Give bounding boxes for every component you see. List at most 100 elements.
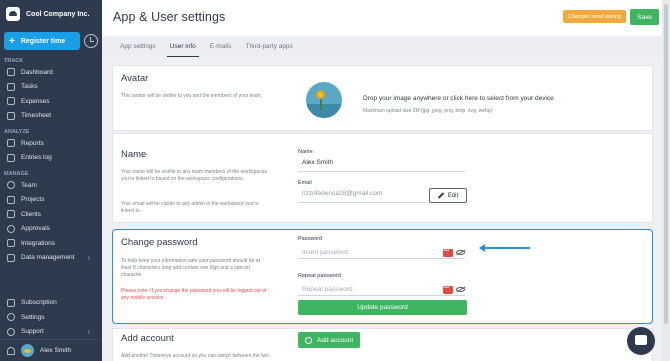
scrollbar-thumb[interactable] (664, 4, 668, 324)
password-field-label: Password (298, 236, 323, 242)
email-field: rizzofederica28@gmail.com (298, 190, 426, 203)
name-field[interactable]: Alex Smith (298, 159, 465, 172)
add-account-button[interactable]: Add account (298, 332, 361, 348)
sidebar-item-dashboard[interactable]: Dashboard (0, 65, 102, 80)
sidebar-item-subscription[interactable]: Subscription (0, 296, 102, 311)
bell-icon[interactable] (7, 346, 15, 355)
sidebar-item-label: Clients (21, 210, 41, 218)
sidebar-item-entries-log[interactable]: Entries log (0, 151, 102, 166)
change-password-section: Change password To help keep your inform… (112, 229, 653, 324)
sidebar-item-support[interactable]: Support › (0, 325, 102, 340)
name-section-title: Name (121, 149, 147, 160)
company-name: Cool Company Inc. (26, 10, 90, 18)
sidebar-item-label: Timesheet (21, 112, 52, 120)
chevron-right-icon: › (87, 254, 90, 262)
sidebar-item-integrations[interactable]: Integrations (0, 236, 102, 251)
sidebar-item-timesheet[interactable]: Timesheet (0, 109, 102, 124)
team-icon (7, 181, 15, 190)
name-description: Your name will be visible to any team me… (121, 169, 267, 182)
section-title-analyze: ANALYZE (4, 129, 30, 135)
tab-e-mails[interactable]: E-mails (203, 36, 239, 57)
sidebar-item-label: Approvals (21, 225, 50, 233)
sidebar-item-label: Reports (21, 139, 44, 147)
sidebar-item-label: Entries log (21, 154, 52, 162)
gear-icon (7, 313, 15, 322)
password-section-title: Change password (121, 237, 198, 248)
add-account-title: Add account (121, 333, 174, 344)
sidebar-item-label: Team (21, 181, 37, 189)
clock-icon[interactable] (84, 34, 98, 48)
user-menu[interactable]: Alex Smith (0, 339, 102, 361)
sidebar-item-clients[interactable]: Clients (0, 207, 102, 222)
sidebar-item-settings[interactable]: Settings (0, 310, 102, 325)
sidebar-item-team[interactable]: Team (0, 178, 102, 193)
register-time-button[interactable]: + Register time (4, 32, 80, 50)
scrollbar[interactable] (662, 0, 670, 361)
sidebar-item-label: Subscription (21, 299, 57, 307)
add-account-label: Add account (317, 336, 354, 344)
sidebar-item-label: Expenses (21, 97, 50, 105)
plus-icon: + (9, 35, 15, 47)
avatar-description: This avatar will be visible to you and t… (121, 93, 263, 99)
support-icon (7, 327, 15, 336)
avatar-upload-limits: Maximum upload size 2M (jpg, jpeg, png, … (363, 108, 493, 114)
data-management-icon (7, 253, 15, 262)
sidebar-item-label: Settings (21, 313, 45, 321)
integrations-icon (7, 239, 15, 248)
section-title-track: TRACK (4, 58, 24, 64)
password-manager-icon[interactable] (443, 248, 453, 257)
password-description: To help keep your information safe your … (121, 258, 260, 278)
workspace-switcher[interactable]: Cool Company Inc. (0, 0, 102, 28)
eye-slash-icon[interactable] (456, 287, 465, 292)
page-title: App & User settings (113, 10, 226, 24)
sidebar: Cool Company Inc. + Register time TRACK … (0, 0, 102, 361)
save-button[interactable]: Save (630, 9, 659, 25)
avatar-drop-zone[interactable]: Drop your image anywhere or click here t… (363, 95, 554, 102)
sidebar-item-label: Data management (21, 254, 75, 262)
sidebar-item-approvals[interactable]: Approvals (0, 222, 102, 237)
reports-icon (7, 139, 15, 148)
tab-app-settings[interactable]: App settings (113, 36, 163, 57)
tab-user-info[interactable]: User info (163, 36, 203, 57)
password-manager-icon[interactable] (443, 285, 453, 294)
avatar-section-title: Avatar (121, 73, 149, 84)
tasks-icon (7, 82, 15, 91)
sidebar-item-label: Integrations (21, 239, 55, 247)
sidebar-item-label: Projects (21, 196, 45, 204)
avatar-section: Avatar This avatar will be visible to yo… (112, 65, 653, 131)
email-description: Your email will be visible to any admin … (121, 201, 259, 214)
email-field-label: Email (298, 180, 312, 186)
chevron-right-icon: › (87, 328, 90, 336)
sidebar-item-projects[interactable]: Projects (0, 193, 102, 208)
sidebar-item-tasks[interactable]: Tasks (0, 80, 102, 95)
user-name: Alex Smith (40, 347, 72, 354)
eye-slash-icon[interactable] (456, 250, 465, 255)
approvals-icon (7, 224, 15, 233)
update-password-button[interactable]: Update password (298, 300, 467, 315)
register-time-label: Register time (20, 37, 66, 45)
entries-log-icon (7, 153, 15, 162)
sidebar-item-label: Tasks (21, 83, 38, 91)
password-warning: Please note: If you change the password … (121, 288, 267, 301)
arrow-left-annotation (479, 244, 530, 251)
sidebar-item-expenses[interactable]: Expenses (0, 94, 102, 109)
chat-icon[interactable] (627, 327, 655, 355)
expenses-icon (7, 97, 15, 106)
add-user-icon (305, 336, 312, 344)
sidebar-item-reports[interactable]: Reports (0, 136, 102, 151)
sidebar-item-label: Dashboard (21, 68, 53, 76)
edit-label: Edit (447, 192, 459, 199)
repeat-password-label: Repeat password (298, 273, 341, 279)
edit-email-button[interactable]: Edit (429, 188, 467, 203)
avatar (21, 344, 34, 357)
dashboard-icon (7, 68, 15, 77)
page-header: App & User settings Changes need saving … (102, 0, 662, 36)
tab-third-party-apps[interactable]: Third-party apps (238, 36, 299, 57)
password-input[interactable]: Insert password (298, 246, 465, 259)
changes-need-saving-badge: Changes need saving (562, 10, 626, 23)
repeat-password-input[interactable]: Repeat password (298, 283, 465, 296)
sidebar-item-data-management[interactable]: Data management › (0, 251, 102, 266)
profile-avatar-image[interactable] (306, 82, 342, 118)
add-account-description: Add another Timeneye account so you can … (121, 353, 269, 359)
name-section: Name Your name will be visible to any te… (112, 133, 653, 223)
